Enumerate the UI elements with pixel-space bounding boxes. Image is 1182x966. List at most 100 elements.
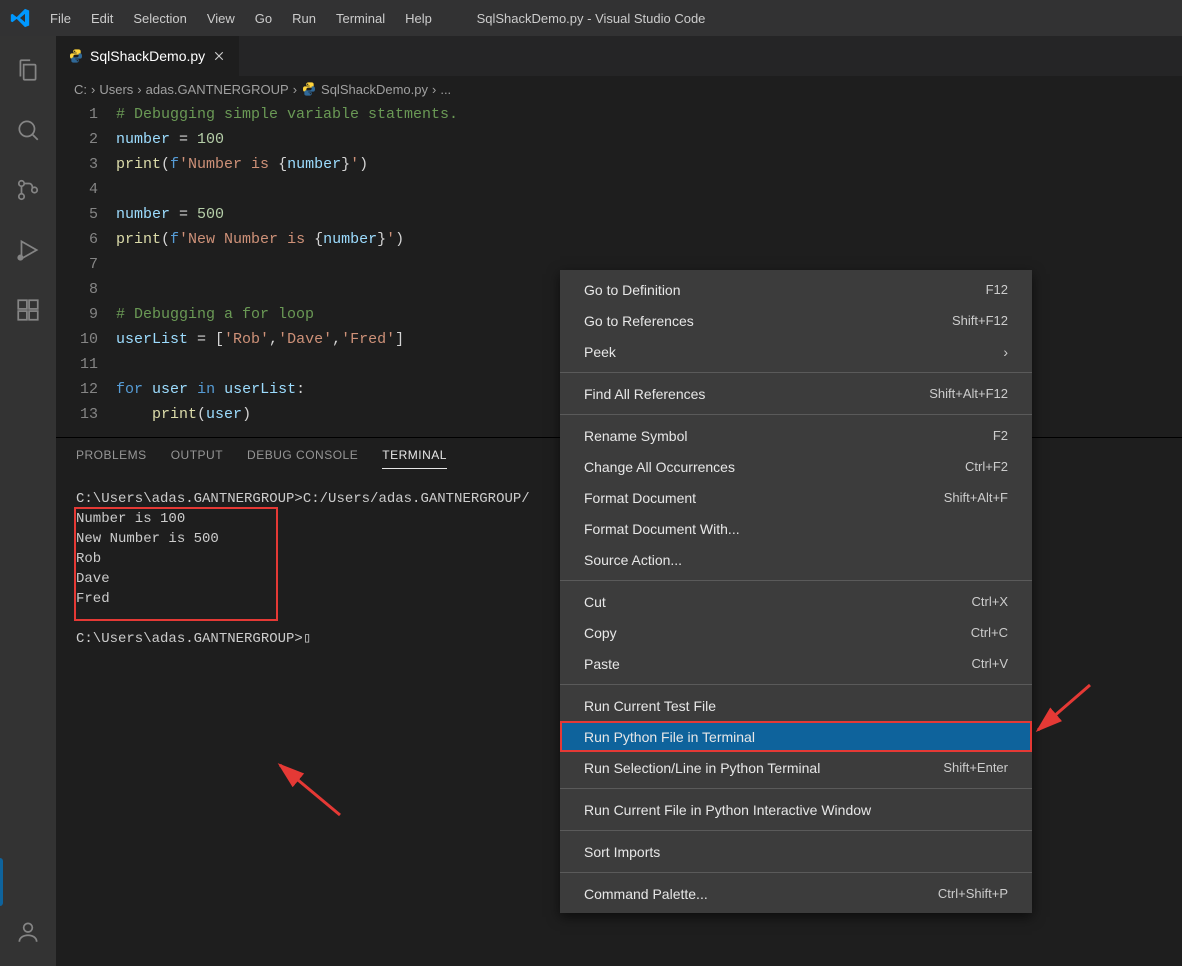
code-token: number	[116, 206, 170, 223]
code-token: userList	[224, 381, 296, 398]
code-token: # Debugging a for loop	[116, 306, 314, 323]
context-menu-separator	[560, 372, 1032, 373]
breadcrumb[interactable]: C: › Users › adas.GANTNERGROUP › SqlShac…	[56, 76, 1182, 102]
menu-selection[interactable]: Selection	[123, 5, 196, 32]
context-menu-separator	[560, 872, 1032, 873]
context-menu-item[interactable]: Command Palette...Ctrl+Shift+P	[560, 878, 1032, 909]
chevron-right-icon: ›	[1003, 344, 1008, 360]
code-token: {	[278, 156, 287, 173]
code-token: (	[161, 156, 170, 173]
context-menu-shortcut: F2	[993, 428, 1008, 443]
python-file-icon	[68, 48, 84, 64]
code-token: 'Number is	[179, 156, 278, 173]
panel-tab-problems[interactable]: PROBLEMS	[76, 448, 147, 469]
context-menu-item[interactable]: Peek›	[560, 336, 1032, 367]
chevron-right-icon: ›	[432, 82, 436, 97]
context-menu-label: Change All Occurrences	[584, 459, 735, 475]
context-menu-item[interactable]: Run Current Test File	[560, 690, 1032, 721]
activity-bar-indicator	[0, 858, 3, 906]
context-menu-item[interactable]: PasteCtrl+V	[560, 648, 1032, 679]
code-line[interactable]: print(f'New Number is {number}')	[116, 227, 1182, 252]
breadcrumb-segment[interactable]: C:	[74, 82, 87, 97]
chevron-right-icon: ›	[293, 82, 297, 97]
code-token: for	[116, 381, 143, 398]
breadcrumb-file[interactable]: SqlShackDemo.py	[321, 82, 428, 97]
context-menu-item[interactable]: Format Document With...	[560, 513, 1032, 544]
breadcrumb-segment[interactable]: Users	[99, 82, 133, 97]
context-menu-item[interactable]: Format DocumentShift+Alt+F	[560, 482, 1032, 513]
context-menu-item[interactable]: CutCtrl+X	[560, 586, 1032, 617]
context-menu-item[interactable]: Rename Symbol F2	[560, 420, 1032, 451]
explorer-icon[interactable]	[4, 46, 52, 94]
code-token: (	[161, 231, 170, 248]
code-token: f	[170, 156, 179, 173]
extensions-icon[interactable]	[4, 286, 52, 334]
context-menu-item[interactable]: Source Action...	[560, 544, 1032, 575]
menu-edit[interactable]: Edit	[81, 5, 123, 32]
line-number: 5	[56, 202, 98, 227]
code-token: }	[341, 156, 350, 173]
menu-view[interactable]: View	[197, 5, 245, 32]
context-menu-item[interactable]: Change All OccurrencesCtrl+F2	[560, 451, 1032, 482]
panel-tab-debug-console[interactable]: DEBUG CONSOLE	[247, 448, 358, 469]
context-menu-item[interactable]: Find All ReferencesShift+Alt+F12	[560, 378, 1032, 409]
code-line[interactable]	[116, 177, 1182, 202]
context-menu-item[interactable]: Run Current File in Python Interactive W…	[560, 794, 1032, 825]
editor-tab[interactable]: SqlShackDemo.py	[56, 36, 240, 76]
code-line[interactable]: number = 100	[116, 127, 1182, 152]
code-token: = [	[188, 331, 224, 348]
code-token: '	[386, 231, 395, 248]
tab-filename: SqlShackDemo.py	[90, 48, 205, 64]
close-tab-icon[interactable]	[211, 48, 227, 64]
line-number: 6	[56, 227, 98, 252]
context-menu-item[interactable]: Run Python File in Terminal	[560, 721, 1032, 752]
code-token: ,	[332, 331, 341, 348]
context-menu-item[interactable]: Go to ReferencesShift+F12	[560, 305, 1032, 336]
panel-tab-output[interactable]: OUTPUT	[171, 448, 223, 469]
accounts-icon[interactable]	[4, 908, 52, 956]
context-menu-shortcut: Ctrl+C	[971, 625, 1008, 640]
line-number: 4	[56, 177, 98, 202]
context-menu-label: Run Current File in Python Interactive W…	[584, 802, 871, 818]
line-number: 10	[56, 327, 98, 352]
menu-go[interactable]: Go	[245, 5, 282, 32]
line-number: 11	[56, 352, 98, 377]
panel-tab-terminal[interactable]: TERMINAL	[382, 448, 447, 469]
breadcrumb-segment[interactable]: adas.GANTNERGROUP	[146, 82, 289, 97]
breadcrumb-trail[interactable]: ...	[440, 82, 451, 97]
line-number: 13	[56, 402, 98, 427]
context-menu-shortcut: Shift+Enter	[943, 760, 1008, 775]
context-menu-label: Format Document With...	[584, 521, 740, 537]
context-menu-item[interactable]: Go to DefinitionF12	[560, 274, 1032, 305]
code-token: }	[377, 231, 386, 248]
search-icon[interactable]	[4, 106, 52, 154]
source-control-icon[interactable]	[4, 166, 52, 214]
code-token: print	[116, 156, 161, 173]
code-line[interactable]: print(f'Number is {number}')	[116, 152, 1182, 177]
chevron-right-icon: ›	[91, 82, 95, 97]
code-line[interactable]: # Debugging simple variable statments.	[116, 102, 1182, 127]
context-menu-label: Format Document	[584, 490, 696, 506]
line-number-gutter: 12345678910111213	[56, 102, 116, 427]
menu-help[interactable]: Help	[395, 5, 442, 32]
context-menu: Go to DefinitionF12Go to ReferencesShift…	[560, 270, 1032, 913]
menu-terminal[interactable]: Terminal	[326, 5, 395, 32]
context-menu-separator	[560, 788, 1032, 789]
context-menu-label: Run Selection/Line in Python Terminal	[584, 760, 820, 776]
context-menu-item[interactable]: Sort Imports	[560, 836, 1032, 867]
code-token	[116, 406, 152, 423]
menu-run[interactable]: Run	[282, 5, 326, 32]
line-number: 12	[56, 377, 98, 402]
code-token: )	[395, 231, 404, 248]
run-debug-icon[interactable]	[4, 226, 52, 274]
code-token: ]	[395, 331, 404, 348]
context-menu-item[interactable]: CopyCtrl+C	[560, 617, 1032, 648]
code-line[interactable]: number = 500	[116, 202, 1182, 227]
context-menu-label: Rename Symbol	[584, 428, 688, 444]
menu-file[interactable]: File	[40, 5, 81, 32]
context-menu-shortcut: Shift+F12	[952, 313, 1008, 328]
context-menu-item[interactable]: Run Selection/Line in Python Terminal Shi…	[560, 752, 1032, 783]
context-menu-label: Sort Imports	[584, 844, 660, 860]
chevron-right-icon: ›	[137, 82, 141, 97]
code-token: userList	[116, 331, 188, 348]
